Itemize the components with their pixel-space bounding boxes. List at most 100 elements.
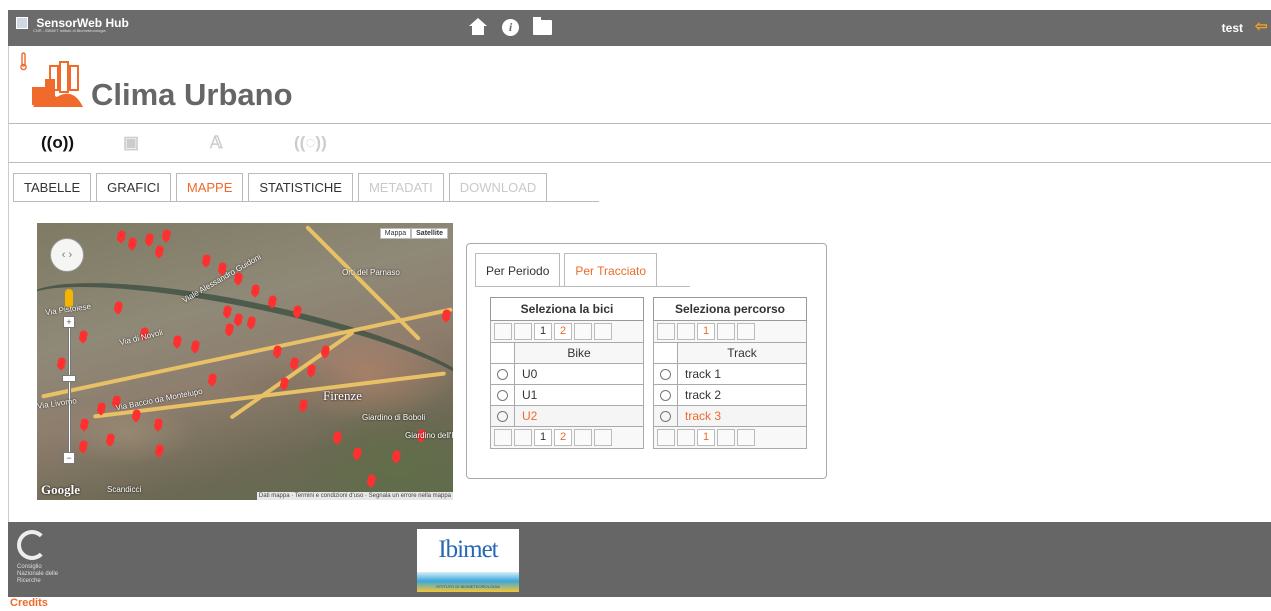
- page-button-1[interactable]: 1: [697, 323, 715, 340]
- page-button-1[interactable]: 1: [534, 323, 552, 340]
- tab-statistiche[interactable]: STATISTICHE: [248, 173, 353, 202]
- tab-mappe[interactable]: MAPPE: [175, 173, 244, 202]
- place-label: Scandicci: [107, 485, 142, 494]
- track-pagination-bottom: 1: [653, 426, 807, 449]
- page-button-2[interactable]: 2: [554, 323, 572, 340]
- map-marker[interactable]: [160, 231, 172, 243]
- next-page-button[interactable]: [574, 429, 592, 446]
- map-marker[interactable]: [153, 247, 165, 259]
- map-marker[interactable]: [153, 446, 165, 458]
- zoom-slider-handle[interactable]: [62, 375, 76, 382]
- zoom-slider[interactable]: [68, 317, 71, 453]
- zoom-in-icon[interactable]: +: [63, 316, 75, 328]
- track-radio[interactable]: [660, 411, 671, 423]
- map-marker[interactable]: [115, 232, 127, 244]
- home-icon[interactable]: [468, 18, 488, 36]
- table-row[interactable]: U2: [490, 405, 644, 427]
- table-row[interactable]: U1: [490, 384, 644, 406]
- previous-page-button[interactable]: [677, 429, 695, 446]
- wireless-sensor-icon[interactable]: ((◌)): [294, 133, 327, 153]
- tab-metadati: METADATI: [357, 173, 444, 202]
- map-marker[interactable]: [390, 452, 402, 464]
- tab-tabelle[interactable]: TABELLE: [13, 173, 92, 202]
- map-marker[interactable]: [152, 420, 164, 432]
- track-radio[interactable]: [660, 390, 671, 402]
- next-page-button[interactable]: [574, 323, 592, 340]
- table-row[interactable]: track 2: [653, 384, 807, 406]
- map-type-roadmap-button[interactable]: Mappa: [379, 228, 412, 239]
- track-label[interactable]: track 2: [677, 384, 807, 406]
- last-page-button[interactable]: [594, 323, 612, 340]
- logout-icon[interactable]: ⇦: [1255, 19, 1269, 35]
- bike-label[interactable]: U0: [514, 363, 644, 385]
- tab-grafici[interactable]: GRAFICI: [96, 173, 171, 202]
- credits-link[interactable]: Credits: [10, 597, 48, 609]
- bike-column-header: Bike: [514, 342, 644, 364]
- tab-divider: [13, 201, 599, 202]
- top-bar: SensorWeb Hub CNR - IBIMET Istituto di B…: [8, 10, 1271, 46]
- map-marker[interactable]: [200, 256, 212, 268]
- track-radio[interactable]: [660, 369, 671, 381]
- ibimet-logo-band: ISTITUTO DI BIOMETEOROLOGIA: [417, 572, 519, 592]
- tab-download: DOWNLOAD: [448, 173, 548, 202]
- next-page-button[interactable]: [717, 429, 735, 446]
- last-page-button[interactable]: [594, 429, 612, 446]
- previous-page-button[interactable]: [677, 323, 695, 340]
- map-attribution[interactable]: Dati mappa · Termini e condizioni d'uso …: [256, 492, 453, 500]
- street-label: Via Livorno: [37, 396, 78, 411]
- table-row[interactable]: U0: [490, 363, 644, 385]
- map-marker[interactable]: [249, 286, 261, 298]
- bike-label[interactable]: U1: [514, 384, 644, 406]
- tower-sensor-icon[interactable]: 𝔸: [210, 133, 223, 153]
- bike-pagination-bottom: 12: [490, 426, 644, 449]
- last-page-button[interactable]: [737, 429, 755, 446]
- page-button-1[interactable]: 1: [534, 429, 552, 446]
- next-page-button[interactable]: [717, 323, 735, 340]
- map-marker[interactable]: [143, 235, 155, 247]
- first-page-button[interactable]: [494, 323, 512, 340]
- cnr-logo[interactable]: Consiglio Nazionale delle Ricerche: [17, 530, 65, 592]
- bike-radio[interactable]: [497, 411, 508, 423]
- folder-icon[interactable]: [533, 16, 552, 35]
- map-marker[interactable]: [55, 359, 67, 371]
- first-page-button[interactable]: [657, 323, 675, 340]
- track-label[interactable]: track 1: [677, 363, 807, 385]
- page-header: Clima Urbano: [8, 46, 1271, 124]
- username[interactable]: test: [1222, 21, 1243, 35]
- bus-sensor-icon[interactable]: ▣: [123, 133, 139, 153]
- first-page-button[interactable]: [494, 429, 512, 446]
- table-row[interactable]: track 3: [653, 405, 807, 427]
- track-label[interactable]: track 3: [677, 405, 807, 427]
- map-marker[interactable]: [351, 449, 363, 461]
- map-marker[interactable]: [365, 476, 377, 488]
- ibimet-logo[interactable]: Ibimet ISTITUTO DI BIOMETEOROLOGIA: [417, 529, 519, 592]
- last-page-button[interactable]: [737, 323, 755, 340]
- first-page-button[interactable]: [657, 429, 675, 446]
- selection-tab-divider: [475, 286, 690, 287]
- page-button-1[interactable]: 1: [697, 429, 715, 446]
- map-type-selector: Mappa Satellite: [379, 228, 448, 239]
- page-button-2[interactable]: 2: [554, 429, 572, 446]
- bike-sensor-icon[interactable]: ((o)): [41, 133, 74, 153]
- track-column-header: Track: [677, 342, 807, 364]
- map-marker[interactable]: [104, 435, 116, 447]
- bike-radio[interactable]: [497, 369, 508, 381]
- tab-per-periodo[interactable]: Per Periodo: [475, 253, 561, 287]
- map-type-satellite-button[interactable]: Satellite: [411, 228, 448, 239]
- map-marker[interactable]: [77, 442, 89, 454]
- bike-label[interactable]: U2: [514, 405, 644, 427]
- bike-radio[interactable]: [497, 390, 508, 402]
- tab-per-tracciato[interactable]: Per Tracciato: [564, 253, 658, 287]
- cnr-logo-icon: [17, 530, 47, 560]
- table-row[interactable]: track 1: [653, 363, 807, 385]
- map-marker[interactable]: [78, 420, 90, 432]
- info-icon[interactable]: i: [502, 18, 519, 36]
- map-view[interactable]: Mappa Satellite ‹ › + − Firenze Viale Al…: [37, 223, 453, 500]
- map-marker[interactable]: [331, 433, 343, 445]
- place-label: Giardino dell'Iris: [405, 431, 453, 440]
- pan-control-icon[interactable]: ‹ ›: [50, 238, 84, 272]
- zoom-out-icon[interactable]: −: [63, 452, 75, 464]
- previous-page-button[interactable]: [514, 323, 532, 340]
- map-marker[interactable]: [126, 239, 138, 251]
- previous-page-button[interactable]: [514, 429, 532, 446]
